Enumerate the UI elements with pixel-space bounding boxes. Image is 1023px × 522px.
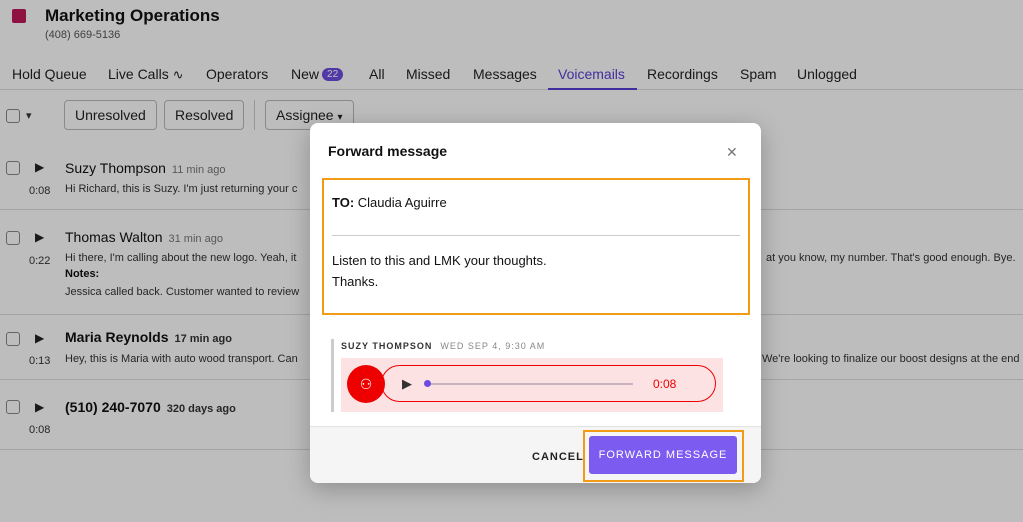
compose-divider xyxy=(332,235,740,236)
message-body-line: Listen to this and LMK your thoughts. xyxy=(332,253,547,268)
voicemail-sender: SUZY THOMPSON xyxy=(341,341,433,351)
message-body-line: Thanks. xyxy=(332,274,379,289)
voicemail-icon: ⚇ xyxy=(347,365,385,403)
quote-bar xyxy=(331,339,334,412)
message-compose-box[interactable]: TO: Claudia Aguirre Listen to this and L… xyxy=(322,178,750,315)
progress-track[interactable] xyxy=(427,383,633,385)
recipient-field[interactable]: TO: Claudia Aguirre xyxy=(332,195,447,210)
player-time: 0:08 xyxy=(653,377,677,391)
voicemail-date: WED SEP 4, 9:30 AM xyxy=(440,341,546,351)
forward-message-dialog: Forward message ✕ TO: Claudia Aguirre Li… xyxy=(310,123,761,483)
close-icon[interactable]: ✕ xyxy=(726,144,738,161)
forward-button-highlight: FORWARD MESSAGE xyxy=(583,430,744,482)
recipient-name: Claudia Aguirre xyxy=(357,195,447,210)
voicemail-meta: SUZY THOMPSON WED SEP 4, 9:30 AM xyxy=(341,341,545,351)
play-icon[interactable]: ▶ xyxy=(402,376,412,392)
cancel-button[interactable]: CANCEL xyxy=(532,451,584,463)
to-label: TO: xyxy=(332,195,355,210)
dialog-title: Forward message xyxy=(328,143,448,159)
player-pill: ▶ 0:08 xyxy=(381,365,716,402)
voicemail-player: ▶ 0:08 ⚇ xyxy=(341,358,723,412)
forward-message-button[interactable]: FORWARD MESSAGE xyxy=(589,436,737,474)
dialog-footer: CANCEL FORWARD MESSAGE xyxy=(310,426,761,483)
progress-handle[interactable] xyxy=(424,380,431,387)
